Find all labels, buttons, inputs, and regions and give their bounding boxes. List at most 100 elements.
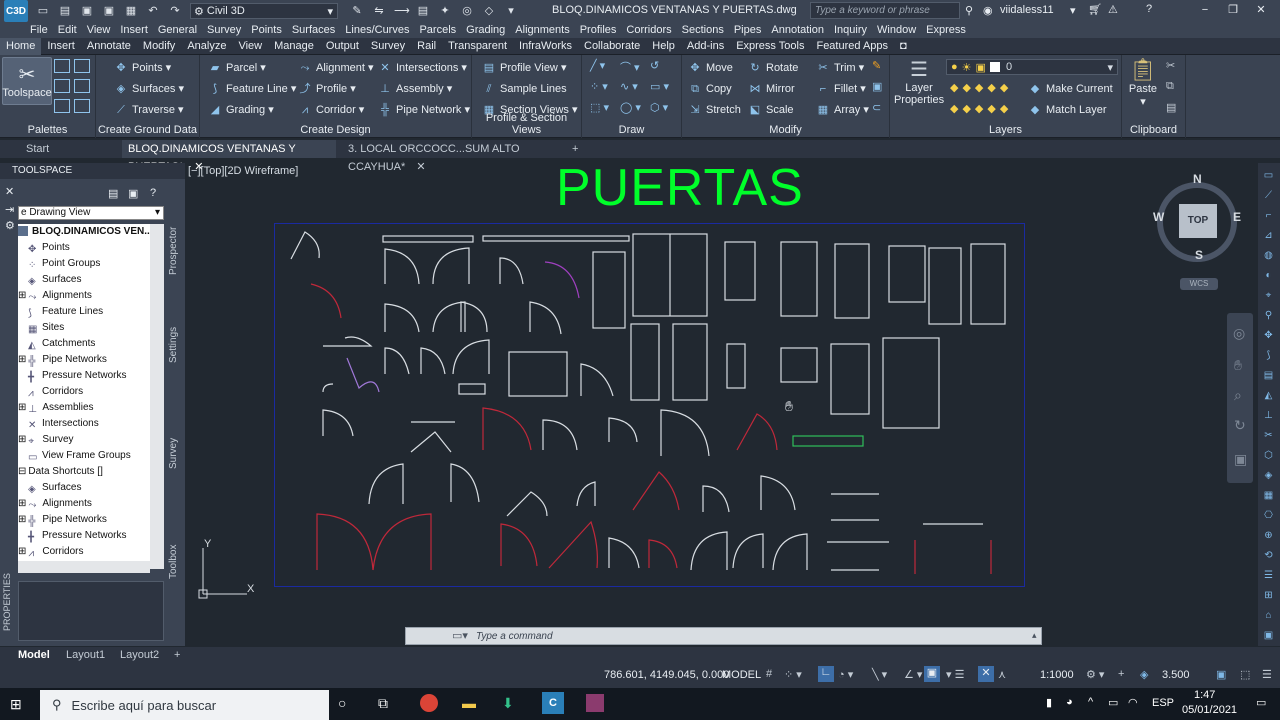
menu-alignments[interactable]: Alignments bbox=[515, 24, 569, 36]
draw-panel-title[interactable]: Draw bbox=[582, 124, 681, 136]
isolate-icon[interactable]: ▣ bbox=[1216, 668, 1226, 681]
qa-tool-icon[interactable]: ⟶ bbox=[394, 4, 410, 18]
tool-strip-icon[interactable]: ▭ bbox=[1262, 169, 1275, 182]
viewcube-top-face[interactable]: TOP bbox=[1179, 204, 1217, 238]
paste-button[interactable]: 📋︎ Paste ▾ bbox=[1128, 57, 1158, 108]
clock-time[interactable]: 1:47 bbox=[1194, 689, 1215, 701]
copy-clip-icon[interactable]: ⧉ bbox=[1166, 80, 1174, 93]
polyline-icon[interactable]: ⌒ ▾ bbox=[620, 59, 640, 75]
layer-properties-button[interactable]: ☰ Layer Properties bbox=[894, 57, 944, 106]
assembly-button[interactable]: ⊥ Assembly ▾ bbox=[378, 80, 452, 97]
user-name[interactable]: viidaless11 bbox=[1000, 4, 1054, 16]
match-layer-button[interactable]: ◆ Match Layer bbox=[1028, 101, 1107, 118]
design-panel-title[interactable]: Create Design bbox=[200, 124, 471, 136]
tree-corridors[interactable]: ⩘ Corridors bbox=[28, 384, 83, 400]
line-icon[interactable]: ╱ ▾ bbox=[590, 59, 605, 72]
palette-icon[interactable] bbox=[54, 59, 70, 73]
menu-corridors[interactable]: Corridors bbox=[626, 24, 671, 36]
tab-insert[interactable]: Insert bbox=[41, 38, 81, 55]
qa-tool-icon[interactable]: ⇋ bbox=[372, 4, 386, 18]
tool-strip-icon[interactable]: ◐ bbox=[1262, 269, 1275, 282]
points-button[interactable]: ✥ Points ▾ bbox=[114, 59, 171, 76]
stretch-button[interactable]: ⇲ Stretch bbox=[688, 101, 740, 118]
tool-strip-icon[interactable]: ⟆ bbox=[1262, 349, 1275, 362]
toolspace-toolbar-icon[interactable]: ▤ bbox=[108, 187, 118, 200]
tab-infraworks[interactable]: InfraWorks bbox=[513, 38, 578, 55]
tool-strip-icon[interactable]: ◈ bbox=[1262, 469, 1275, 482]
new-tab-button[interactable]: + bbox=[566, 140, 586, 158]
tree-ds-pipe-networks[interactable]: ⊞ ╬ Pipe Networks bbox=[18, 512, 107, 528]
tab-express-tools[interactable]: Express Tools bbox=[730, 38, 810, 55]
qa-tool-icon[interactable]: ◎ bbox=[460, 4, 474, 18]
hardware-accel-icon[interactable]: ◈ bbox=[1140, 668, 1148, 681]
cortana-icon[interactable]: ○ bbox=[338, 695, 346, 711]
pipe-network-button[interactable]: ╬ Pipe Network ▾ bbox=[378, 101, 470, 118]
isodraft-icon[interactable]: ╲ ▾ bbox=[872, 668, 887, 681]
menu-general[interactable]: General bbox=[158, 24, 197, 36]
palettes-panel-title[interactable]: Palettes bbox=[0, 124, 95, 136]
menu-annotation[interactable]: Annotation bbox=[771, 24, 824, 36]
annotation-autoscale-icon[interactable]: ⋏ bbox=[998, 668, 1006, 681]
zoom-icon[interactable]: ⌕ bbox=[1234, 387, 1242, 404]
tab-featured-apps[interactable]: Featured Apps bbox=[810, 38, 894, 55]
close-icon[interactable]: ✕ bbox=[5, 185, 14, 198]
tool-strip-icon[interactable]: ⊕ bbox=[1262, 529, 1275, 542]
viewport-controls[interactable]: [−][Top][2D Wireframe] bbox=[188, 165, 298, 177]
save-as-icon[interactable]: ▣ bbox=[102, 4, 116, 18]
tab-survey[interactable]: Survey bbox=[365, 38, 411, 55]
tool-strip-icon[interactable]: ⌂ bbox=[1262, 609, 1275, 622]
expand-icon[interactable]: ⊞ bbox=[18, 402, 26, 413]
move-button[interactable]: ✥ Move bbox=[688, 59, 733, 76]
share-icon[interactable]: ⚠︎ bbox=[1108, 3, 1118, 16]
surfaces-button[interactable]: ◈ Surfaces ▾ bbox=[114, 80, 184, 97]
tool-strip-icon[interactable]: ☰ bbox=[1262, 569, 1275, 582]
expand-icon[interactable]: ⊞ bbox=[18, 290, 26, 301]
make-current-button[interactable]: ◆ Make Current bbox=[1028, 80, 1113, 97]
layer-tools-icon[interactable]: ◆◆◆◆◆ bbox=[950, 102, 1012, 115]
offset-icon[interactable]: ⊂ bbox=[872, 101, 881, 114]
array-button[interactable]: ▦ Array ▾ bbox=[816, 101, 869, 118]
tray-icon[interactable]: ◕ bbox=[1066, 696, 1073, 708]
windows-start-icon[interactable]: ⊞ bbox=[10, 696, 22, 713]
command-input[interactable]: Type a command bbox=[476, 631, 553, 642]
otrack-icon[interactable]: ∠ ▾ bbox=[904, 668, 922, 681]
tree-catchments[interactable]: ◭ Catchments bbox=[28, 336, 95, 352]
tab-collaborate[interactable]: Collaborate bbox=[578, 38, 646, 55]
customize-status-icon[interactable]: ☰ bbox=[1262, 668, 1272, 681]
tree-horizontal-scrollbar[interactable] bbox=[18, 561, 150, 573]
palette-icon[interactable] bbox=[74, 59, 90, 73]
redo-icon[interactable]: ↷ bbox=[168, 4, 182, 18]
tab-prospector[interactable]: Prospector bbox=[168, 215, 182, 275]
tree-ds-pressure-networks[interactable]: ╋ Pressure Networks bbox=[28, 528, 126, 544]
tool-strip-icon[interactable]: ▤ bbox=[1262, 369, 1275, 382]
close-icon[interactable]: ✕ bbox=[416, 161, 425, 173]
rotate-button[interactable]: ↻ Rotate bbox=[748, 59, 798, 76]
auto-hide-icon[interactable]: ⇥ bbox=[5, 203, 14, 216]
workspace-select[interactable]: ⚙ Civil 3D ▾ bbox=[190, 3, 338, 19]
tool-strip-icon[interactable]: ⚲ bbox=[1262, 309, 1275, 322]
menu-survey[interactable]: Survey bbox=[207, 24, 241, 36]
compass-south[interactable]: S bbox=[1195, 248, 1203, 262]
grid-icon[interactable]: # bbox=[766, 668, 772, 680]
plot-icon[interactable]: ▦ bbox=[124, 4, 138, 18]
tree-sites[interactable]: ▦ Sites bbox=[28, 320, 64, 336]
tab-output[interactable]: Output bbox=[320, 38, 365, 55]
tree-data-shortcuts[interactable]: ⊟ Data Shortcuts [] bbox=[18, 464, 103, 480]
tree-pipe-networks[interactable]: ⊞ ╬ Pipe Networks bbox=[18, 352, 107, 368]
menu-view[interactable]: View bbox=[87, 24, 111, 36]
fullscreen-icon[interactable]: ⬚ bbox=[1240, 668, 1250, 681]
tab-rail[interactable]: Rail bbox=[411, 38, 442, 55]
properties-tab[interactable]: PROPERTIES bbox=[2, 571, 16, 631]
tree-view-frame-groups[interactable]: ▭ View Frame Groups bbox=[28, 448, 131, 464]
toolspace-toolbar-icon[interactable]: ▣ bbox=[128, 187, 138, 200]
workspace-switch-icon[interactable]: ⚙ ▾ bbox=[1086, 668, 1104, 681]
osnap-icon[interactable]: ▣ bbox=[924, 666, 940, 682]
corridor-button[interactable]: ⩘ Corridor ▾ bbox=[298, 101, 364, 118]
civil3d-logo[interactable]: C3D bbox=[4, 0, 28, 22]
tree-feature-lines[interactable]: ⟆ Feature Lines bbox=[28, 304, 103, 320]
battery-icon[interactable]: ▭ bbox=[1108, 696, 1118, 709]
tab-home[interactable]: Home bbox=[0, 37, 42, 55]
wcs-menu[interactable]: WCS bbox=[1180, 278, 1218, 290]
tab-model[interactable]: Model bbox=[18, 647, 58, 664]
ortho-icon[interactable]: ∟ bbox=[818, 666, 834, 682]
